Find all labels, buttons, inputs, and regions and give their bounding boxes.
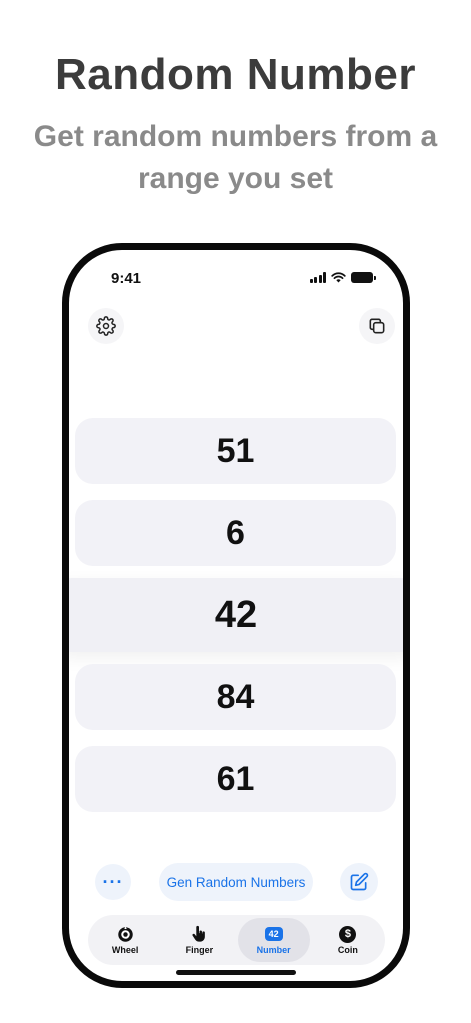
number-card-1[interactable]: 51	[75, 418, 396, 484]
gear-icon	[96, 316, 116, 336]
status-icons	[309, 272, 376, 283]
number-card-4[interactable]: 84	[75, 664, 396, 730]
hero-subtitle: Get random numbers from a range you set	[33, 120, 438, 195]
generate-button[interactable]: Gen Random Numbers	[159, 863, 313, 901]
tab-number-label: Number	[256, 945, 291, 955]
status-bar: 9:41	[69, 250, 403, 310]
tab-coin[interactable]: $ Coin	[312, 918, 384, 962]
number-card-selected[interactable]: 42	[69, 578, 403, 652]
tab-coin-label: Coin	[337, 945, 358, 955]
number-card-2[interactable]: 6	[75, 500, 396, 566]
edit-button[interactable]	[340, 863, 378, 901]
tab-wheel[interactable]: Wheel	[89, 918, 161, 962]
tab-bar: Wheel Finger 42 Number $ Coin	[88, 915, 385, 965]
hero-title: Random Number	[55, 50, 416, 99]
tab-finger[interactable]: Finger	[163, 918, 235, 962]
home-indicator	[176, 970, 296, 975]
number-badge-icon: 42	[264, 927, 283, 941]
cellular-signal-icon	[309, 272, 326, 283]
copy-icon	[369, 318, 385, 334]
tab-finger-label: Finger	[185, 945, 214, 955]
tab-number[interactable]: 42 Number	[237, 918, 310, 962]
phone-frame: 9:41 51 6 42 84 61 ··· Gen Random Number…	[62, 243, 410, 988]
tab-wheel-label: Wheel	[111, 945, 139, 955]
settings-button[interactable]	[88, 308, 124, 344]
more-button[interactable]: ···	[95, 864, 131, 900]
wheel-icon	[116, 925, 134, 943]
copy-button[interactable]	[359, 308, 395, 344]
status-time: 9:41	[111, 270, 142, 287]
edit-icon	[350, 872, 369, 891]
coin-icon: $	[339, 925, 357, 943]
wifi-icon	[331, 272, 346, 283]
battery-icon	[351, 272, 376, 283]
number-card-5[interactable]: 61	[75, 746, 396, 812]
finger-icon	[190, 925, 208, 943]
